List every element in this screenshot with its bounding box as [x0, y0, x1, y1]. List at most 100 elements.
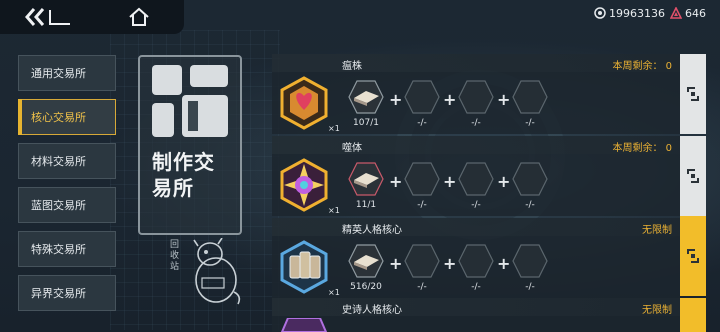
sidebar-item-special[interactable]: 特殊交易所 [18, 231, 116, 267]
product-count: ×1 [328, 124, 340, 133]
sidebar-item-label: 材料交易所 [31, 155, 86, 168]
credit-coin-icon [594, 7, 606, 19]
row-title: 史诗人格核心 [342, 305, 402, 316]
material-chip-icon [348, 80, 384, 114]
material-slot-empty[interactable] [512, 80, 548, 114]
sidebar-item-label: 蓝图交易所 [31, 199, 86, 212]
material-quantity: -/- [417, 282, 427, 292]
exchange-button-row1[interactable] [680, 54, 706, 134]
material-slot-empty[interactable] [404, 80, 440, 114]
exchange-row: 史诗人格核心 无限制 [272, 298, 680, 332]
product-count: ×1 [328, 288, 340, 297]
sidebar-item-material[interactable]: 材料交易所 [18, 143, 116, 179]
sidebar-item-label: 特殊交易所 [31, 243, 86, 256]
material-slot-empty[interactable] [512, 244, 548, 278]
empty-hexagon-slot-icon [512, 162, 548, 196]
material-slot-filled[interactable] [348, 80, 384, 114]
gem-counter: 646 [670, 5, 706, 21]
material-quantity: -/- [525, 118, 535, 128]
row-body: ×1 516/20 + -/- + -/- + -/- [272, 236, 680, 298]
top-bar [0, 0, 184, 34]
material-chip-icon [348, 162, 384, 196]
material-slot-empty[interactable] [512, 162, 548, 196]
plus-icon: + [497, 90, 511, 109]
material-quantity: 107/1 [353, 118, 379, 128]
plus-icon: + [497, 172, 511, 191]
material-slot-empty[interactable] [458, 244, 494, 278]
empty-hexagon-slot-icon [512, 80, 548, 114]
exchange-arrows-icon [687, 249, 699, 263]
material-quantity: -/- [525, 200, 535, 210]
exchange-button-row4[interactable] [680, 298, 706, 332]
row-header: 瘟株 本周剩余： 0 [272, 54, 680, 72]
empty-hexagon-slot-icon [404, 244, 440, 278]
emblem-title: 制作交易所 [152, 150, 215, 200]
double-chevron-left-icon [25, 8, 70, 26]
weekly-limit: 本周剩余： 0 [612, 61, 672, 72]
row-title: 瘟株 [342, 61, 362, 72]
product-count: ×1 [328, 206, 340, 215]
weekly-limit: 无限制 [642, 225, 672, 236]
empty-hexagon-slot-icon [404, 162, 440, 196]
exchange-category-sidebar: 通用交易所 核心交易所 材料交易所 蓝图交易所 特殊交易所 异界交易所 [18, 55, 116, 319]
mascot-creature-icon [193, 238, 241, 305]
material-quantity: 11/1 [355, 200, 377, 210]
material-quantity: -/- [471, 282, 481, 292]
row-header: 精英人格核心 无限制 [272, 218, 680, 236]
material-slot-empty[interactable] [404, 244, 440, 278]
exchange-row: 精英人格核心 无限制 ×1 516/20 + -/- + -/- + -/- [272, 218, 680, 298]
sidebar-item-otherworld[interactable]: 异界交易所 [18, 275, 116, 311]
material-quantity: -/- [417, 118, 427, 128]
recycle-bin-label[interactable]: 回收站 [170, 240, 182, 273]
row-body: ×1 11/1 + -/- + -/- + -/- [272, 154, 680, 216]
exchange-logo-icon [152, 65, 228, 137]
sidebar-item-core[interactable]: 核心交易所 [18, 99, 116, 135]
empty-hexagon-slot-icon [458, 244, 494, 278]
plus-icon: + [497, 254, 511, 273]
empty-hexagon-slot-icon [512, 244, 548, 278]
product-elite-persona-core[interactable]: ×1 [278, 240, 340, 297]
plus-icon: + [389, 172, 403, 191]
blue-hexagon-canisters-icon [280, 240, 328, 294]
exchange-row: 瘟株 本周剩余： 0 ×1 107/1 + -/- + -/- + -/- [272, 54, 680, 134]
material-quantity: 516/20 [350, 282, 382, 292]
weekly-limit: 本周剩余： 0 [612, 143, 672, 154]
plus-icon: + [389, 90, 403, 109]
sidebar-item-label: 核心交易所 [31, 111, 86, 124]
material-slot-empty[interactable] [458, 162, 494, 196]
red-triangle-gem-icon [670, 7, 682, 19]
exchange-row: 噬体 本周剩余： 0 ×1 11/1 + -/- + -/- + -/- [272, 136, 680, 216]
exchange-button-row2[interactable] [680, 136, 706, 216]
exchange-button-row3[interactable] [680, 216, 706, 296]
row-header: 噬体 本周剩余： 0 [272, 136, 680, 154]
row-header: 史诗人格核心 无限制 [272, 298, 680, 316]
sidebar-item-blueprint[interactable]: 蓝图交易所 [18, 187, 116, 223]
empty-hexagon-slot-icon [458, 80, 494, 114]
row-title: 噬体 [342, 143, 362, 154]
weekly-limit: 无限制 [642, 305, 672, 316]
plus-icon: + [443, 90, 457, 109]
home-button[interactable] [128, 6, 150, 28]
product-devour-core[interactable]: ×1 [278, 158, 340, 215]
purple-hexagon-core-icon [280, 318, 328, 332]
material-slot-empty[interactable] [404, 162, 440, 196]
crafting-exchange-emblem: 制作交易所 [138, 55, 242, 235]
product-plague-core[interactable]: ×1 [278, 76, 340, 133]
empty-hexagon-slot-icon [458, 162, 494, 196]
material-quantity: -/- [471, 200, 481, 210]
sidebar-item-label: 通用交易所 [31, 67, 86, 80]
empty-hexagon-slot-icon [404, 80, 440, 114]
plus-icon: + [443, 254, 457, 273]
material-slot-filled[interactable] [348, 162, 384, 196]
material-slot-filled[interactable] [348, 244, 384, 278]
material-slot-empty[interactable] [458, 80, 494, 114]
gem-value: 646 [685, 6, 706, 20]
sidebar-item-general[interactable]: 通用交易所 [18, 55, 116, 91]
material-chip-icon [348, 244, 384, 278]
exchange-arrows-icon [687, 169, 699, 183]
exchange-arrows-icon [687, 87, 699, 101]
material-quantity: -/- [471, 118, 481, 128]
row-body: ×1 107/1 + -/- + -/- + -/- [272, 72, 680, 134]
plus-icon: + [389, 254, 403, 273]
back-button[interactable] [24, 6, 72, 28]
